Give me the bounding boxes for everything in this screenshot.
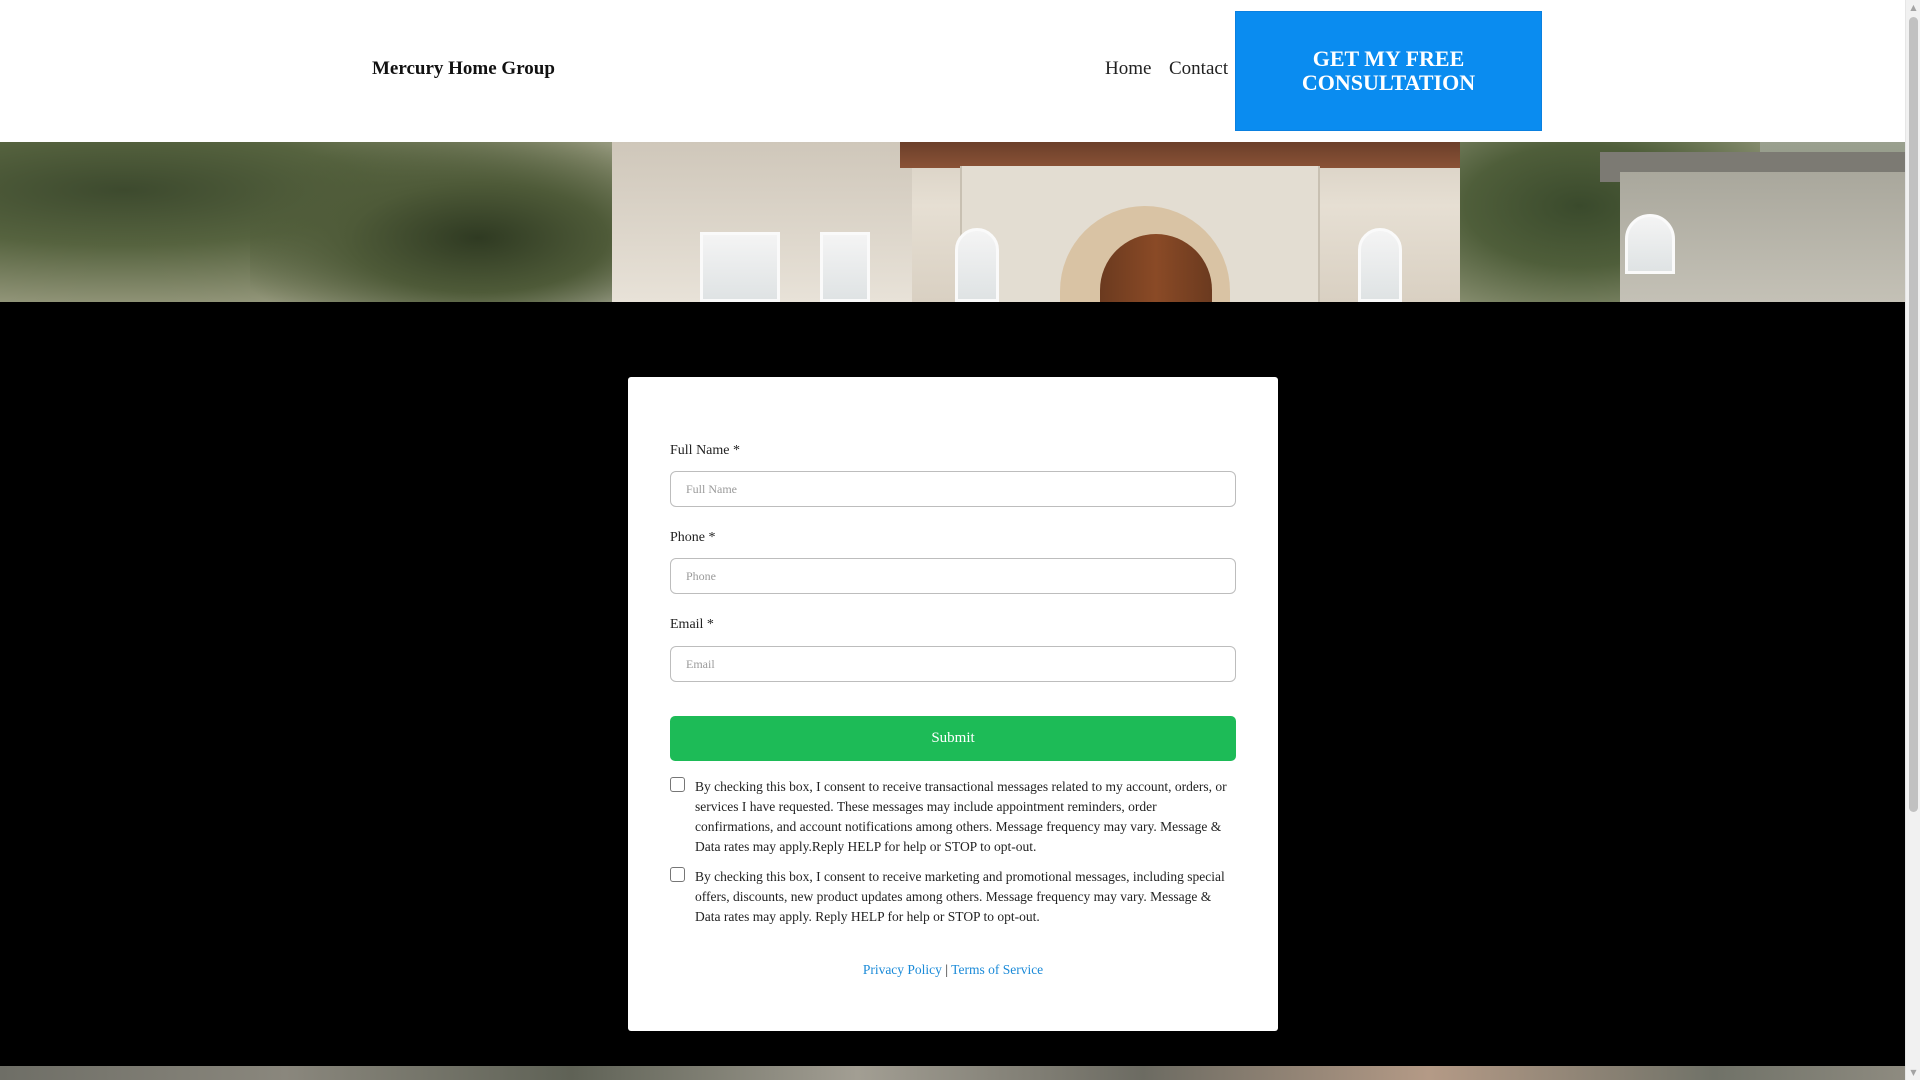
email-input[interactable] — [670, 646, 1236, 682]
page: Mercury Home Group Home Contact GET MY F… — [0, 0, 1905, 1080]
phone-label: Phone * — [670, 530, 716, 545]
scrollbar-thumb[interactable] — [1909, 17, 1918, 812]
site-header: Mercury Home Group Home Contact GET MY F… — [0, 0, 1905, 142]
email-label: Email * — [670, 617, 714, 632]
transactional-consent-text: By checking this box, I consent to recei… — [695, 779, 1227, 854]
vertical-scrollbar[interactable]: ▲ ▼ — [1905, 0, 1920, 1080]
phone-input[interactable] — [670, 558, 1236, 594]
marketing-consent-checkbox[interactable] — [670, 867, 685, 882]
full-name-label: Full Name * — [670, 443, 740, 458]
full-name-input[interactable] — [670, 471, 1236, 507]
nav-home-link[interactable]: Home — [1105, 58, 1151, 80]
privacy-policy-link[interactable]: Privacy Policy — [863, 962, 942, 977]
contact-form-card: Full Name * Phone * Email * Submit By ch… — [628, 377, 1278, 1031]
scroll-up-arrow-icon[interactable]: ▲ — [1906, 0, 1920, 15]
hero-house-image — [0, 142, 1905, 302]
submit-button[interactable]: Submit — [670, 716, 1236, 761]
free-consultation-label: GET MY FREE CONSULTATION — [1301, 46, 1476, 95]
brand-name[interactable]: Mercury Home Group — [372, 58, 555, 80]
footer-image-strip — [0, 1066, 1905, 1080]
scroll-down-arrow-icon[interactable]: ▼ — [1906, 1065, 1920, 1080]
transactional-consent-checkbox[interactable] — [670, 777, 685, 792]
nav-contact-link[interactable]: Contact — [1169, 58, 1228, 80]
legal-links: Privacy Policy | Terms of Service — [628, 962, 1278, 978]
free-consultation-button[interactable]: GET MY FREE CONSULTATION — [1235, 11, 1542, 131]
link-separator: | — [945, 962, 949, 977]
marketing-consent-text: By checking this box, I consent to recei… — [695, 869, 1225, 924]
terms-of-service-link[interactable]: Terms of Service — [951, 962, 1043, 977]
